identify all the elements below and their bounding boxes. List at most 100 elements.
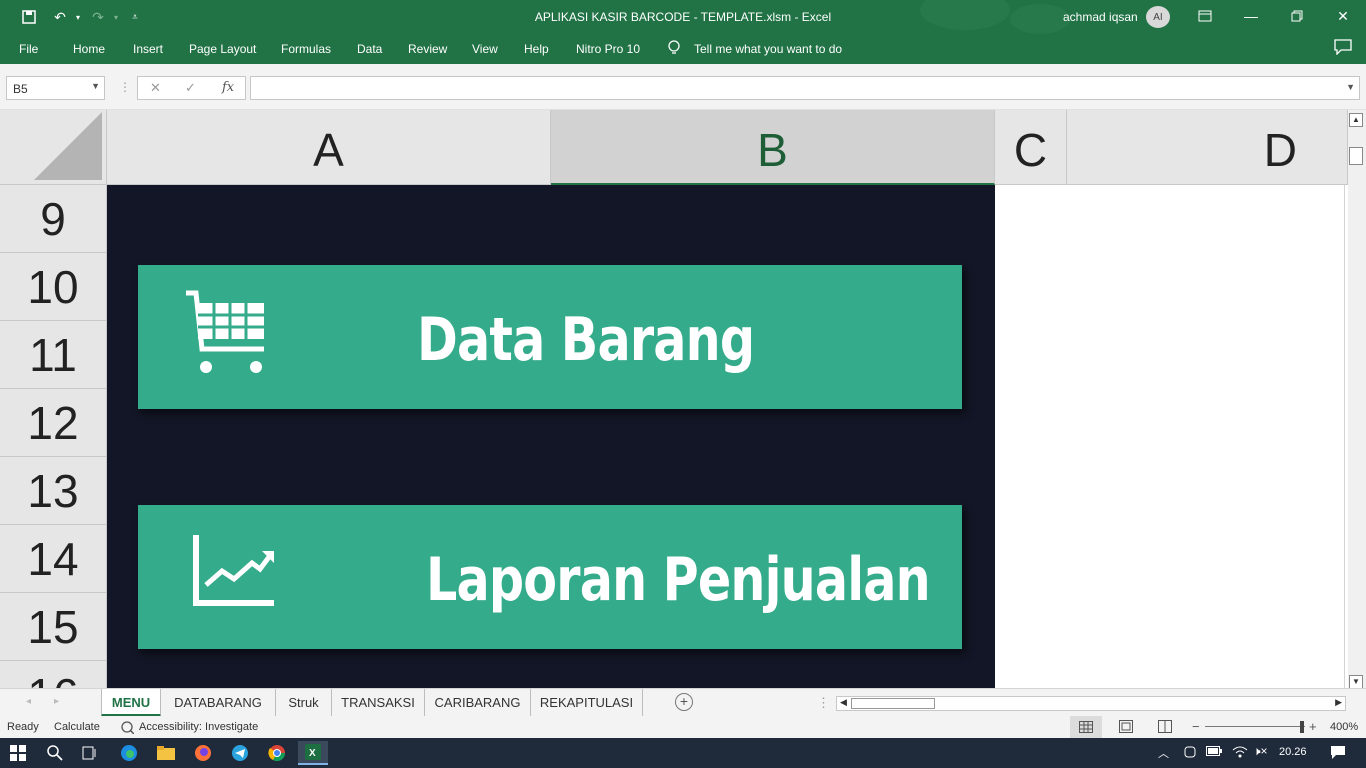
clock-time[interactable]: 20.26	[1279, 746, 1307, 758]
row-header-11[interactable]: 11	[0, 321, 107, 389]
page-break-preview-icon[interactable]	[1158, 720, 1172, 736]
vertical-scroll-thumb[interactable]	[1349, 147, 1363, 165]
tab-help[interactable]: Help	[524, 42, 549, 56]
scroll-right-icon[interactable]: ▶	[1335, 697, 1342, 708]
svg-text:X: X	[309, 748, 316, 759]
avatar[interactable]: AI	[1146, 6, 1170, 28]
line-chart-icon	[192, 533, 276, 612]
next-sheet-icon[interactable]: ▸	[54, 696, 59, 707]
select-all-corner[interactable]	[0, 110, 107, 185]
tab-review[interactable]: Review	[408, 42, 447, 56]
tab-page-layout[interactable]: Page Layout	[189, 42, 256, 56]
shopping-cart-icon	[184, 289, 270, 382]
user-name[interactable]: achmad iqsan	[1063, 10, 1138, 24]
formula-bar: B5 ▼ ⋮ ✕ ✓ fx ▼	[0, 64, 1366, 110]
sheet-tab-menu[interactable]: MENU	[101, 689, 161, 717]
zoom-slider[interactable]	[1205, 726, 1305, 727]
row-header-12[interactable]: 12	[0, 389, 107, 457]
drag-handle-icon[interactable]: ⋮	[119, 80, 131, 94]
firefox-icon[interactable]	[188, 741, 218, 765]
accessibility-icon	[120, 720, 135, 737]
comments-icon[interactable]	[1334, 39, 1352, 58]
zoom-level[interactable]: 400%	[1330, 721, 1358, 733]
scroll-up-icon[interactable]: ▲	[1349, 113, 1363, 127]
name-box-value: B5	[13, 82, 28, 96]
horizontal-scrollbar[interactable]: ◀ ▶	[836, 696, 1346, 711]
tab-data[interactable]: Data	[357, 42, 382, 56]
tab-formulas[interactable]: Formulas	[281, 42, 331, 56]
formula-input[interactable]: ▼	[250, 76, 1360, 100]
ribbon-tabs: File Home Insert Page Layout Formulas Da…	[0, 34, 1366, 64]
sheet-tab-databarang[interactable]: DATABARANG	[161, 689, 276, 716]
lightbulb-icon	[667, 40, 681, 59]
chevron-down-icon[interactable]: ▼	[91, 81, 100, 91]
chrome-icon[interactable]	[262, 741, 292, 765]
prev-sheet-icon[interactable]: ◂	[26, 696, 31, 707]
sheet-tab-struk[interactable]: Struk	[276, 689, 332, 716]
scroll-down-icon[interactable]: ▼	[1349, 675, 1363, 689]
sheet-tab-caribarang[interactable]: CARIBARANG	[425, 689, 531, 716]
vertical-scrollbar[interactable]: ▲ ▼	[1348, 110, 1366, 689]
row-header-15[interactable]: 15	[0, 593, 107, 661]
tab-home[interactable]: Home	[73, 42, 105, 56]
sheet-tab-transaksi[interactable]: TRANSAKSI	[332, 689, 425, 716]
empty-cells[interactable]	[995, 185, 1345, 688]
data-barang-label: Data Barang	[417, 305, 755, 375]
normal-view-button[interactable]	[1070, 716, 1102, 738]
enter-icon[interactable]: ✓	[185, 80, 196, 96]
cancel-icon[interactable]: ✕	[150, 80, 161, 96]
laporan-penjualan-button[interactable]: Laporan Penjualan	[138, 505, 962, 649]
column-header-c[interactable]: C	[995, 110, 1067, 185]
restore-icon[interactable]	[1286, 6, 1308, 26]
column-header-b[interactable]: B	[551, 110, 995, 185]
tab-insert[interactable]: Insert	[133, 42, 163, 56]
close-icon[interactable]: ✕	[1332, 6, 1354, 26]
windows-start-icon[interactable]	[3, 741, 33, 765]
ribbon-display-icon[interactable]	[1194, 6, 1216, 26]
meet-now-icon[interactable]	[1183, 745, 1197, 762]
tell-me-search[interactable]: Tell me what you want to do	[694, 42, 842, 56]
sheet-tab-rekapitulasi[interactable]: REKAPITULASI	[531, 689, 643, 716]
status-bar: Ready Calculate Accessibility: Investiga…	[0, 716, 1366, 738]
task-view-icon[interactable]	[75, 741, 105, 765]
edge-browser-icon[interactable]	[114, 741, 144, 765]
column-header-a[interactable]: A	[107, 110, 551, 185]
minimize-icon[interactable]: —	[1240, 6, 1262, 26]
horizontal-scroll-thumb[interactable]	[851, 698, 935, 709]
tab-nitro-pro[interactable]: Nitro Pro 10	[576, 42, 640, 56]
notifications-icon[interactable]	[1330, 744, 1346, 763]
insert-function-icon[interactable]: fx	[222, 80, 234, 95]
zoom-in-icon[interactable]: +	[1309, 719, 1317, 734]
tab-view[interactable]: View	[472, 42, 498, 56]
select-all-triangle-icon	[34, 112, 102, 180]
zoom-out-icon[interactable]: −	[1192, 719, 1200, 734]
sheet-tabs-bar: ◂ ▸ MENU DATABARANG Struk TRANSAKSI CARI…	[0, 688, 1366, 717]
windows-taskbar: X ︿ 🕨× 20.26	[0, 738, 1366, 768]
row-header-14[interactable]: 14	[0, 525, 107, 593]
status-accessibility[interactable]: Accessibility: Investigate	[139, 721, 258, 733]
status-calculate[interactable]: Calculate	[54, 721, 100, 733]
zoom-slider-thumb[interactable]	[1300, 721, 1304, 733]
battery-icon[interactable]	[1206, 746, 1222, 759]
add-sheet-icon[interactable]: +	[675, 693, 693, 711]
wifi-icon[interactable]	[1232, 745, 1248, 762]
page-layout-view-icon[interactable]	[1119, 720, 1133, 736]
volume-icon[interactable]: 🕨×	[1253, 744, 1268, 759]
excel-taskbar-icon[interactable]: X	[298, 741, 328, 765]
file-explorer-icon[interactable]	[151, 741, 181, 765]
data-barang-button[interactable]: Data Barang	[138, 265, 962, 409]
telegram-icon[interactable]	[225, 741, 255, 765]
tab-split-handle-icon[interactable]: ⋮	[817, 695, 830, 711]
name-box[interactable]: B5 ▼	[6, 76, 105, 100]
tab-file[interactable]: File	[19, 42, 38, 56]
column-header-d[interactable]: D	[1067, 110, 1348, 185]
show-hidden-icons-icon[interactable]: ︿	[1158, 745, 1169, 761]
row-header-9[interactable]: 9	[0, 185, 107, 253]
expand-formula-icon[interactable]: ▼	[1346, 82, 1355, 92]
row-header-13[interactable]: 13	[0, 457, 107, 525]
search-icon[interactable]	[40, 741, 70, 765]
row-header-10[interactable]: 10	[0, 253, 107, 321]
title-bar: ↶ ▾ ↷ ▾ ⩡ APLIKASI KASIR BARCODE - TEMPL…	[0, 0, 1366, 34]
scroll-left-icon[interactable]: ◀	[840, 697, 847, 708]
row-header-16[interactable]: 16	[0, 661, 107, 688]
